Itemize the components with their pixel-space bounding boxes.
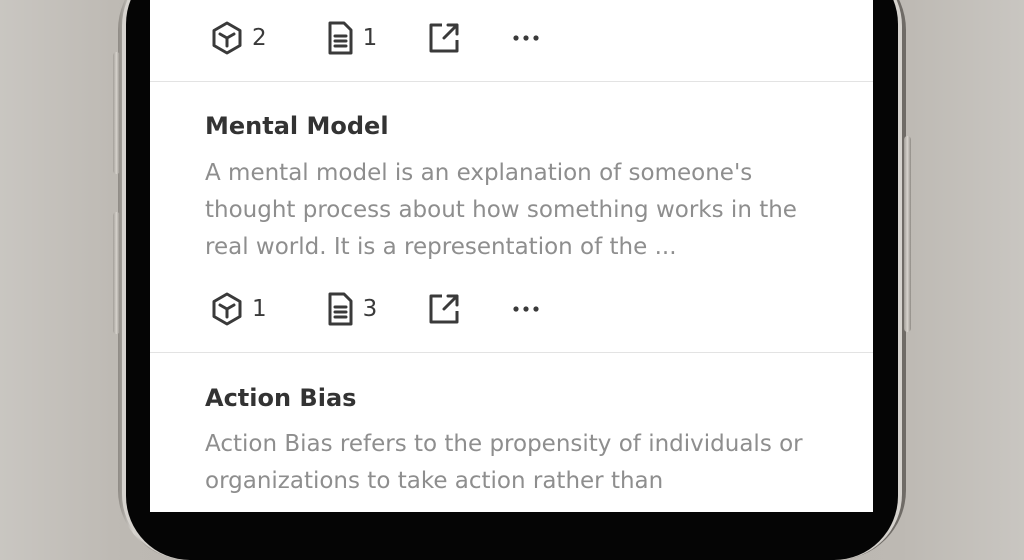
volume-down-button: [113, 212, 120, 334]
power-button: [904, 136, 911, 332]
open-external-icon: [429, 294, 459, 324]
card-title[interactable]: Action Bias: [205, 384, 356, 412]
card-actions: 2 1: [210, 18, 541, 58]
notes-count-button[interactable]: 1: [325, 20, 378, 56]
blocks-count-button[interactable]: 1: [210, 291, 267, 327]
open-external-button[interactable]: [427, 292, 461, 326]
blocks-count-button[interactable]: 2: [210, 20, 267, 56]
more-icon: [513, 35, 539, 41]
notes-count: 1: [362, 25, 378, 51]
cube-icon: [212, 292, 242, 326]
document-icon: [328, 21, 353, 55]
open-external-button[interactable]: [427, 21, 461, 55]
more-options-button[interactable]: [511, 304, 541, 314]
card-divider: [150, 352, 873, 353]
card-divider: [150, 81, 873, 82]
open-external-icon: [429, 23, 459, 53]
blocks-count: 1: [252, 296, 267, 322]
cube-icon: [212, 21, 242, 55]
app-screen: 2 1 Mental Model A mental model is an ex…: [150, 0, 873, 512]
notes-count-button[interactable]: 3: [325, 291, 378, 327]
card-actions: 1 3: [210, 289, 541, 329]
document-icon: [328, 292, 353, 326]
card-excerpt: A mental model is an explanation of some…: [205, 160, 797, 260]
card-excerpt: Action Bias refers to the propensity of …: [205, 431, 803, 494]
more-options-button[interactable]: [511, 33, 541, 43]
volume-up-button: [113, 52, 120, 174]
more-icon: [513, 306, 539, 312]
card-title[interactable]: Mental Model: [205, 112, 389, 140]
blocks-count: 2: [252, 25, 267, 51]
notes-count: 3: [362, 296, 378, 322]
